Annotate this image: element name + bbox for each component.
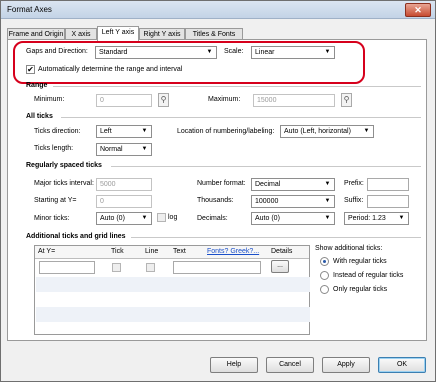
close-button[interactable]: ✕: [405, 3, 431, 17]
ticks-direction-value: Left: [100, 128, 112, 135]
column-tick: Tick: [111, 248, 124, 255]
additional-ticks-grid: At Y= Tick Line Text Fonts? Greek?... De…: [34, 245, 310, 335]
line-checkbox[interactable]: [146, 263, 155, 272]
radio-instead-of-regular-label: Instead of regular ticks: [333, 272, 404, 279]
chevron-down-icon: ▼: [363, 128, 370, 134]
location-label: Location of numbering/labeling:: [177, 128, 275, 135]
regular-ticks-heading: Regularly spaced ticks: [26, 162, 102, 169]
cancel-button[interactable]: Cancel: [266, 357, 314, 373]
starting-at-input[interactable]: 0: [96, 195, 152, 208]
ticks-length-dropdown[interactable]: Normal ▼: [96, 143, 152, 156]
scale-dropdown[interactable]: Linear ▼: [251, 46, 335, 59]
details-button[interactable]: ...: [271, 260, 289, 273]
format-axes-dialog: Format Axes ✕ Frame and Origin X axis Le…: [0, 0, 436, 382]
decimals-value: Auto (0): [255, 215, 280, 222]
number-format-label: Number format:: [197, 180, 246, 187]
radio-only-regular[interactable]: [320, 285, 329, 294]
minor-ticks-label: Minor ticks:: [34, 215, 70, 222]
minimum-pin-icon[interactable]: ⚲: [158, 93, 169, 107]
log-checkbox[interactable]: [157, 213, 166, 222]
scale-label: Scale:: [224, 48, 244, 55]
location-value: Auto (Left, horizontal): [284, 128, 351, 135]
title-bar: Format Axes ✕: [1, 1, 435, 19]
chevron-down-icon: ▼: [398, 215, 405, 221]
auto-range-label: Automatically determine the range and in…: [38, 66, 183, 73]
major-interval-input[interactable]: 5000: [96, 178, 152, 191]
prefix-label: Prefix:: [344, 180, 364, 187]
starting-at-label: Starting at Y=: [34, 197, 77, 204]
apply-button[interactable]: Apply: [322, 357, 370, 373]
suffix-input[interactable]: [367, 195, 409, 208]
column-at-y: At Y=: [38, 248, 56, 255]
chevron-down-icon: ▼: [206, 49, 213, 55]
maximum-pin-icon[interactable]: ⚲: [341, 93, 352, 107]
show-additional-label: Show additional ticks:: [315, 245, 383, 252]
radio-only-regular-label: Only regular ticks: [333, 286, 388, 293]
range-heading: Range: [26, 82, 48, 89]
column-line: Line: [145, 248, 159, 255]
ticks-length-value: Normal: [100, 146, 123, 153]
radio-with-regular[interactable]: [320, 257, 329, 266]
grid-header: At Y= Tick Line Text Fonts? Greek?... De…: [35, 246, 309, 259]
chevron-down-icon: ▼: [324, 49, 331, 55]
thousands-value: 100000: [255, 198, 279, 205]
chevron-down-icon: ▼: [141, 215, 148, 221]
thousands-dropdown[interactable]: 100000 ▼: [251, 195, 335, 208]
scale-value: Linear: [255, 49, 275, 56]
suffix-label: Suffix:: [344, 197, 364, 204]
maximum-label: Maximum:: [208, 96, 241, 103]
radio-instead-of-regular[interactable]: [320, 271, 329, 280]
grid-row-empty: [36, 307, 310, 322]
gaps-direction-value: Standard: [99, 49, 128, 56]
prefix-input[interactable]: [367, 178, 409, 191]
gaps-direction-label: Gaps and Direction:: [26, 48, 88, 55]
gaps-direction-dropdown[interactable]: Standard ▼: [95, 46, 217, 59]
fonts-greek-link[interactable]: Fonts? Greek?...: [207, 248, 259, 255]
regular-ticks-divider: [111, 166, 421, 167]
additional-divider: [131, 237, 421, 238]
window-title: Format Axes: [7, 5, 52, 14]
number-format-dropdown[interactable]: Decimal ▼: [251, 178, 335, 191]
chevron-down-icon: ▼: [141, 128, 148, 134]
all-ticks-divider: [61, 117, 421, 118]
column-text: Text: [173, 248, 186, 255]
ticks-length-label: Ticks length:: [34, 145, 74, 152]
minor-ticks-value: Auto (0): [100, 215, 125, 222]
tab-left-y-axis[interactable]: Left Y axis: [97, 26, 139, 41]
tick-checkbox[interactable]: [112, 263, 121, 272]
decimals-label: Decimals:: [197, 215, 228, 222]
chevron-down-icon: ▼: [141, 146, 148, 152]
radio-with-regular-label: With regular ticks: [333, 258, 387, 265]
ticks-direction-label: Ticks direction:: [34, 128, 81, 135]
ok-button[interactable]: OK: [378, 357, 426, 373]
grid-row-empty: [36, 277, 310, 292]
minimum-label: Minimum:: [34, 96, 65, 103]
chevron-down-icon: ▼: [324, 181, 331, 187]
period-dropdown[interactable]: Period: 1.23 ▼: [344, 212, 409, 225]
major-interval-label: Major ticks interval:: [34, 180, 94, 187]
column-details: Details: [271, 248, 293, 255]
minimum-input[interactable]: 0: [96, 94, 152, 107]
minor-ticks-dropdown[interactable]: Auto (0) ▼: [96, 212, 152, 225]
all-ticks-heading: All ticks: [26, 113, 53, 120]
period-value: Period: 1.23: [348, 215, 386, 222]
help-button[interactable]: Help: [210, 357, 258, 373]
text-input[interactable]: [173, 261, 261, 274]
number-format-value: Decimal: [255, 181, 281, 188]
range-divider: [53, 86, 421, 87]
auto-range-checkbox[interactable]: ✔: [26, 65, 35, 74]
at-y-input[interactable]: [39, 261, 95, 274]
location-dropdown[interactable]: Auto (Left, horizontal) ▼: [280, 125, 374, 138]
chevron-down-icon: ▼: [324, 215, 331, 221]
additional-heading: Additional ticks and grid lines: [26, 233, 126, 240]
maximum-input[interactable]: 15000: [253, 94, 335, 107]
ticks-direction-dropdown[interactable]: Left ▼: [96, 125, 152, 138]
chevron-down-icon: ▼: [324, 198, 331, 204]
decimals-dropdown[interactable]: Auto (0) ▼: [251, 212, 335, 225]
thousands-label: Thousands:: [197, 197, 234, 204]
log-label: log: [168, 214, 178, 221]
